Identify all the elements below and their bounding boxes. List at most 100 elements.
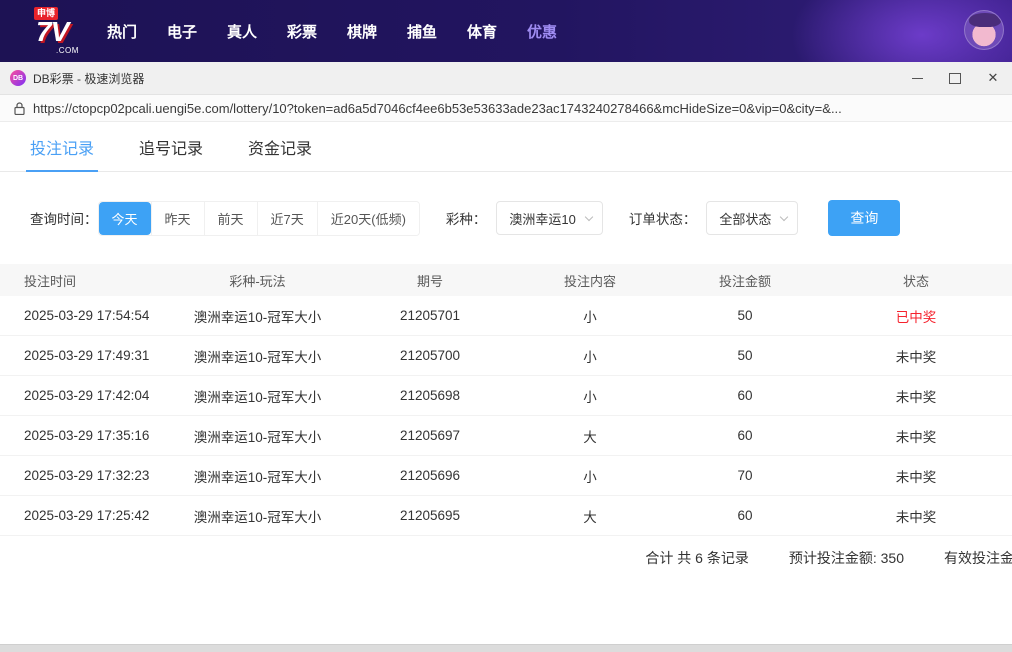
cell-content: 小 xyxy=(583,389,597,405)
cell-content: 大 xyxy=(583,509,597,525)
lottery-select[interactable]: 澳洲幸运10 xyxy=(496,201,603,235)
col-header-amount: 投注金额 xyxy=(718,273,771,289)
time-option-20days[interactable]: 近20天(低频) xyxy=(316,201,419,235)
browser-app-icon: DB xyxy=(10,70,26,86)
nav-item-live[interactable]: 真人 xyxy=(212,21,272,42)
time-option-daybefore[interactable]: 前天 xyxy=(203,201,257,235)
cell-content: 大 xyxy=(583,429,597,445)
horizontal-scrollbar[interactable] xyxy=(0,644,1012,652)
cell-content: 小 xyxy=(583,309,597,325)
url-text[interactable]: https://ctopcp02pcali.uengi5e.com/lotter… xyxy=(33,101,842,116)
cell-bet-time: 2025-03-29 17:32:23 xyxy=(24,468,150,483)
nav-item-sports[interactable]: 体育 xyxy=(452,21,512,42)
cell-game: 澳洲幸运10-冠军大小 xyxy=(193,429,322,445)
cell-amount: 70 xyxy=(737,468,753,483)
nav-item-cards[interactable]: 棋牌 xyxy=(332,21,392,42)
record-tabs: 投注记录 追号记录 资金记录 xyxy=(0,122,1012,172)
order-status-select[interactable]: 全部状态 xyxy=(706,201,799,235)
lock-icon[interactable] xyxy=(14,101,25,115)
filter-bar: 查询时间： 今天 昨天 前天 近7天 近20天(低频) 彩种： 澳洲幸运10 订… xyxy=(0,200,1012,236)
avatar[interactable] xyxy=(964,10,1004,50)
cell-amount: 60 xyxy=(737,388,753,403)
cell-issue: 21205701 xyxy=(399,308,461,323)
main-nav: 热门 电子 真人 彩票 棋牌 捕鱼 体育 优惠 xyxy=(92,0,572,62)
cell-status: 未中奖 xyxy=(895,349,937,365)
chevron-down-icon xyxy=(780,212,789,222)
table-row: 2025-03-29 17:25:42 澳洲幸运10-冠军大小 21205695… xyxy=(0,496,1012,536)
cell-status: 未中奖 xyxy=(895,469,937,485)
cell-status: 未中奖 xyxy=(895,389,937,405)
cell-game: 澳洲幸运10-冠军大小 xyxy=(193,349,322,365)
logo-sub: .COM xyxy=(56,46,79,55)
cell-bet-time: 2025-03-29 17:54:54 xyxy=(24,308,150,323)
cell-bet-time: 2025-03-29 17:49:31 xyxy=(24,348,150,363)
status-filter-label: 订单状态： xyxy=(628,212,697,227)
address-bar[interactable]: https://ctopcp02pcali.uengi5e.com/lotter… xyxy=(0,95,1012,122)
window-title: DB彩票 - 极速浏览器 xyxy=(33,71,145,86)
lottery-filter-label: 彩种： xyxy=(445,212,487,227)
col-header-issue: 期号 xyxy=(416,273,443,289)
summary-bar: 合计 共 6 条记录 预计投注金额: 350 有效投注金 xyxy=(0,536,1012,580)
nav-item-slots[interactable]: 电子 xyxy=(152,21,212,42)
summary-expected-amount: 预计投注金额: 350 xyxy=(788,550,904,566)
site-logo[interactable]: 申博 7V .COM xyxy=(34,7,94,55)
time-filter-group: 今天 昨天 前天 近7天 近20天(低频) xyxy=(97,200,420,236)
cell-amount: 50 xyxy=(737,348,753,363)
col-header-time: 投注时间 xyxy=(24,273,77,289)
cell-status: 已中奖 xyxy=(895,309,937,325)
table-header-row: 投注时间 彩种-玩法 期号 投注内容 投注金额 状态 xyxy=(0,264,1012,296)
cell-bet-time: 2025-03-29 17:35:16 xyxy=(24,428,150,443)
lottery-select-value: 澳洲幸运10 xyxy=(509,211,576,227)
cell-bet-time: 2025-03-29 17:25:42 xyxy=(24,508,150,523)
table-row: 2025-03-29 17:54:54 澳洲幸运10-冠军大小 21205701… xyxy=(0,296,1012,336)
cell-content: 小 xyxy=(583,469,597,485)
cell-issue: 21205698 xyxy=(399,388,461,403)
nav-item-lottery[interactable]: 彩票 xyxy=(272,21,332,42)
nav-item-hot[interactable]: 热门 xyxy=(92,21,152,42)
maximize-button[interactable] xyxy=(936,62,974,94)
minimize-button[interactable] xyxy=(898,62,936,94)
cell-issue: 21205696 xyxy=(399,468,461,483)
summary-valid-amount: 有效投注金 xyxy=(944,550,1012,566)
table-row: 2025-03-29 17:42:04 澳洲幸运10-冠军大小 21205698… xyxy=(0,376,1012,416)
cell-amount: 60 xyxy=(737,428,753,443)
col-header-content: 投注内容 xyxy=(563,273,616,289)
cell-bet-time: 2025-03-29 17:42:04 xyxy=(24,388,150,403)
order-status-value: 全部状态 xyxy=(719,211,772,227)
time-filter-label: 查询时间： xyxy=(30,212,98,227)
window-controls: ✕ xyxy=(898,62,1012,94)
table-row: 2025-03-29 17:49:31 澳洲幸运10-冠军大小 21205700… xyxy=(0,336,1012,376)
cell-content: 小 xyxy=(583,349,597,365)
col-header-status: 状态 xyxy=(902,273,929,289)
cell-issue: 21205695 xyxy=(399,508,461,523)
cell-status: 未中奖 xyxy=(895,509,937,525)
logo-main: 7V xyxy=(36,16,69,47)
cell-amount: 60 xyxy=(737,508,753,523)
titlebar-left: DB DB彩票 - 极速浏览器 xyxy=(0,70,144,87)
cell-issue: 21205700 xyxy=(399,348,461,363)
nav-item-fishing[interactable]: 捕鱼 xyxy=(392,21,452,42)
table-row: 2025-03-29 17:32:23 澳洲幸运10-冠军大小 21205696… xyxy=(0,456,1012,496)
close-button[interactable]: ✕ xyxy=(974,62,1012,94)
summary-total: 合计 共 6 条记录 xyxy=(645,550,749,566)
cell-status: 未中奖 xyxy=(895,429,937,445)
time-option-yesterday[interactable]: 昨天 xyxy=(150,201,204,235)
cell-game: 澳洲幸运10-冠军大小 xyxy=(193,389,322,405)
cell-game: 澳洲幸运10-冠军大小 xyxy=(193,309,322,325)
tab-fund-records[interactable]: 资金记录 xyxy=(248,122,312,171)
time-option-today[interactable]: 今天 xyxy=(98,201,151,235)
chevron-down-icon xyxy=(584,212,594,222)
tab-bet-records[interactable]: 投注记录 xyxy=(25,122,99,172)
cell-issue: 21205697 xyxy=(399,428,461,443)
tab-chase-records[interactable]: 追号记录 xyxy=(139,122,203,171)
cell-game: 澳洲幸运10-冠军大小 xyxy=(193,469,322,485)
table-row: 2025-03-29 17:35:16 澳洲幸运10-冠军大小 21205697… xyxy=(0,416,1012,456)
nav-item-promo[interactable]: 优惠 xyxy=(512,21,572,42)
col-header-game: 彩种-玩法 xyxy=(229,273,286,289)
browser-titlebar: DB DB彩票 - 极速浏览器 ✕ xyxy=(0,62,1012,95)
cell-amount: 50 xyxy=(737,308,753,323)
site-navbar: 申博 7V .COM 热门 电子 真人 彩票 棋牌 捕鱼 体育 优惠 xyxy=(0,0,1012,62)
search-button[interactable]: 查询 xyxy=(828,200,901,236)
bet-records-table: 投注时间 彩种-玩法 期号 投注内容 投注金额 状态 2025-03-29 17… xyxy=(0,264,1012,536)
time-option-7days[interactable]: 近7天 xyxy=(256,201,317,235)
